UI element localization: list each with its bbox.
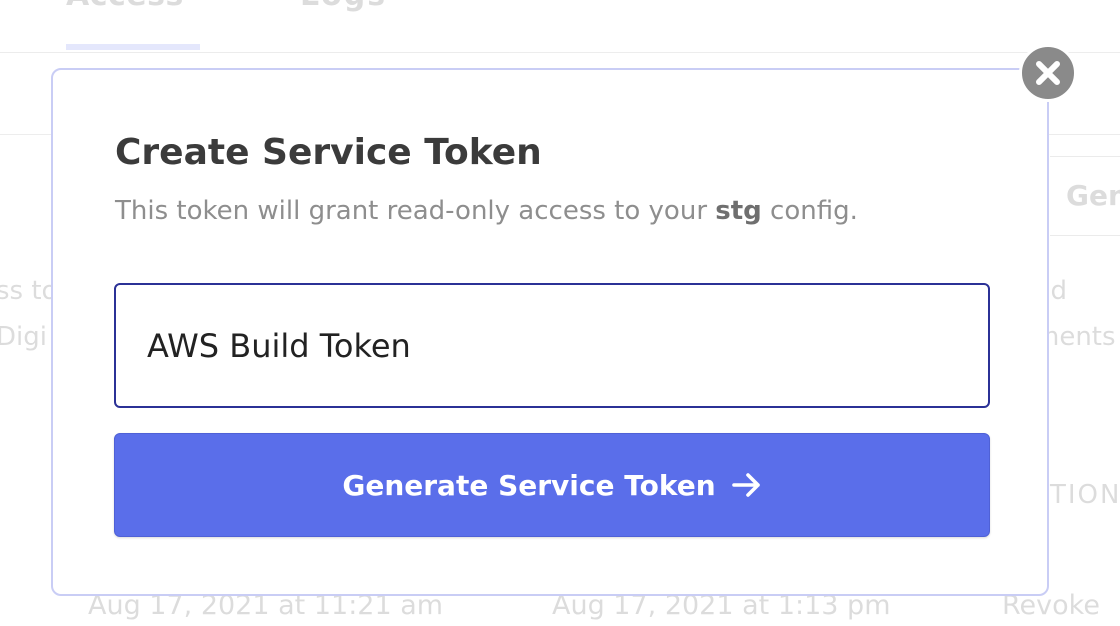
modal-title: Create Service Token xyxy=(115,132,542,173)
modal-subtitle: This token will grant read-only access t… xyxy=(115,196,858,226)
tab-logs[interactable]: Logs xyxy=(300,0,387,13)
close-icon xyxy=(1036,61,1060,85)
background-description-line: Digi xyxy=(0,322,47,352)
config-name: stg xyxy=(715,196,762,226)
generate-button-label: Generate Service Token xyxy=(342,468,716,502)
divider xyxy=(0,52,1120,53)
close-modal-button[interactable] xyxy=(1019,44,1077,102)
tab-access[interactable]: Access xyxy=(66,0,184,13)
background-description-line: ss to xyxy=(0,276,58,306)
tab-active-indicator xyxy=(66,44,200,50)
arrow-right-icon xyxy=(731,472,762,498)
background-description-left: ss to Digi xyxy=(0,268,57,360)
subtitle-prefix: This token will grant read-only access t… xyxy=(115,196,716,226)
create-service-token-modal: Create Service Token This token will gra… xyxy=(51,68,1049,596)
subtitle-suffix: config. xyxy=(761,196,858,226)
background-generate-button[interactable]: Gen xyxy=(1050,156,1120,236)
generate-service-token-button[interactable]: Generate Service Token xyxy=(114,433,990,537)
table-column-header: TION xyxy=(1050,480,1120,510)
token-name-input[interactable] xyxy=(114,283,990,408)
